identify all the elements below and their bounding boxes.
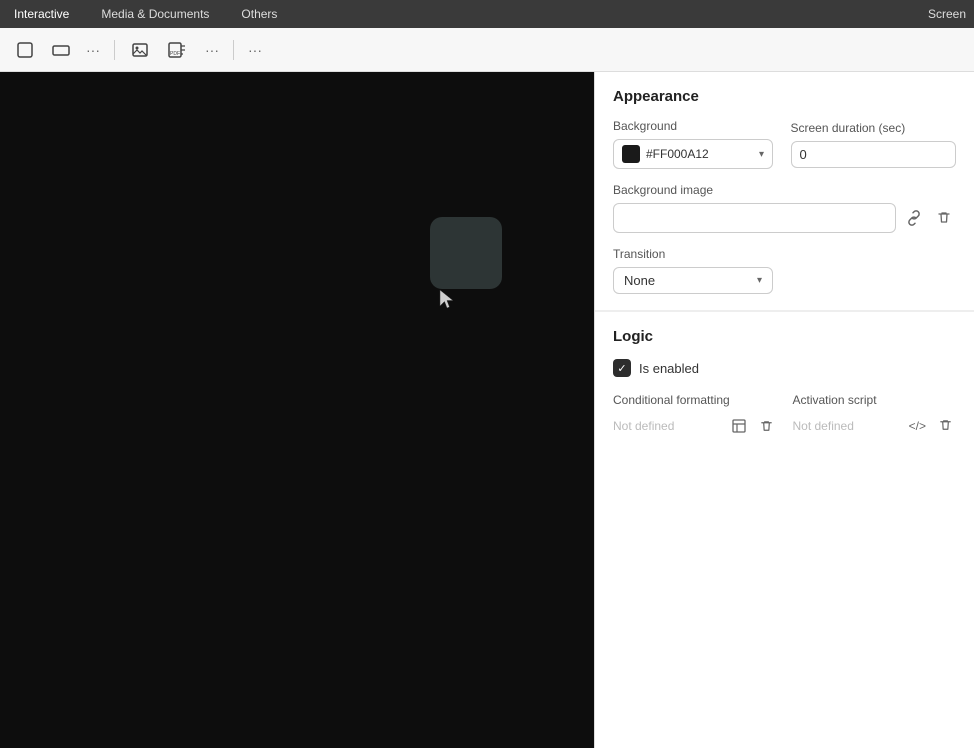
transition-dropdown[interactable]: None ▾ xyxy=(613,267,773,294)
cursor xyxy=(438,288,456,313)
activation-script-label: Activation script xyxy=(793,393,957,407)
trash-cond-icon xyxy=(759,419,774,434)
transition-value: None xyxy=(624,273,757,288)
right-panel: Appearance Background #FF000A12 ▾ Screen… xyxy=(594,72,974,748)
nav-item-interactive[interactable]: Interactive xyxy=(8,5,75,23)
toolbar-more-1[interactable]: ··· xyxy=(82,38,104,62)
code-icon: </> xyxy=(909,419,926,433)
canvas-widget[interactable] xyxy=(430,217,502,289)
check-icon: ✓ xyxy=(617,362,626,375)
is-enabled-row: ✓ Is enabled xyxy=(613,359,956,377)
toolbar-separator-2 xyxy=(233,40,234,60)
conditional-formatting-value: Not defined xyxy=(613,419,722,433)
bg-image-row xyxy=(613,203,956,233)
toolbar-btn-square[interactable] xyxy=(10,37,40,63)
activation-script-edit-button[interactable]: </> xyxy=(906,416,929,436)
activation-script-row: Not defined </> xyxy=(793,415,957,436)
conditional-formatting-col: Conditional formatting Not defined xyxy=(613,393,777,437)
link-icon xyxy=(906,210,922,226)
toolbar-btn-rect[interactable] xyxy=(46,37,76,63)
nav-item-media[interactable]: Media & Documents xyxy=(95,5,215,23)
bg-image-input[interactable] xyxy=(613,203,896,233)
background-label: Background xyxy=(613,119,779,133)
image-icon xyxy=(131,41,149,59)
color-picker-button[interactable]: #FF000A12 ▾ xyxy=(613,139,773,169)
toolbar-more-2[interactable]: ··· xyxy=(201,38,223,62)
appearance-section: Appearance Background #FF000A12 ▾ Screen… xyxy=(595,72,974,311)
color-chevron-icon: ▾ xyxy=(759,149,764,160)
nav-screen-label: Screen xyxy=(928,7,966,21)
color-swatch xyxy=(622,145,640,163)
bg-image-link-button[interactable] xyxy=(902,206,926,230)
logic-section: Logic ✓ Is enabled Conditional formattin… xyxy=(595,312,974,453)
logic-two-col: Conditional formatting Not defined xyxy=(613,393,956,437)
appearance-title: Appearance xyxy=(613,88,956,105)
conditional-formatting-label: Conditional formatting xyxy=(613,393,777,407)
toolbar-separator-1 xyxy=(114,40,115,60)
toolbar-more-3[interactable]: ··· xyxy=(244,38,266,62)
trash-script-icon xyxy=(938,418,953,433)
duration-label: Screen duration (sec) xyxy=(791,121,957,135)
transition-chevron-icon: ▾ xyxy=(757,275,762,286)
main-area: Appearance Background #FF000A12 ▾ Screen… xyxy=(0,72,974,748)
square-icon xyxy=(16,41,34,59)
bg-image-delete-button[interactable] xyxy=(932,206,956,230)
duration-input[interactable] xyxy=(791,141,957,168)
is-enabled-checkbox[interactable]: ✓ xyxy=(613,359,631,377)
activation-script-col: Activation script Not defined </> xyxy=(793,393,957,437)
toolbar-btn-image[interactable] xyxy=(125,37,155,63)
background-field: Background #FF000A12 ▾ xyxy=(613,119,779,169)
table-edit-icon xyxy=(731,418,747,434)
activation-script-delete-button[interactable] xyxy=(935,415,956,436)
nav-item-others[interactable]: Others xyxy=(235,5,283,23)
background-row: Background #FF000A12 ▾ Screen duration (… xyxy=(613,119,956,169)
bg-image-label: Background image xyxy=(613,183,956,197)
duration-field: Screen duration (sec) xyxy=(791,121,957,168)
color-value: #FF000A12 xyxy=(646,147,753,161)
pdf-icon: PDF xyxy=(167,41,189,59)
logic-title: Logic xyxy=(613,328,956,345)
canvas-area[interactable] xyxy=(0,72,594,748)
transition-label: Transition xyxy=(613,247,956,261)
rect-icon xyxy=(52,41,70,59)
toolbar-btn-pdf[interactable]: PDF xyxy=(161,37,195,63)
activation-script-value: Not defined xyxy=(793,419,900,433)
conditional-formatting-edit-button[interactable] xyxy=(728,415,750,437)
conditional-formatting-row: Not defined xyxy=(613,415,777,437)
conditional-formatting-delete-button[interactable] xyxy=(756,416,777,437)
toolbar: ··· PDF ··· ··· xyxy=(0,28,974,72)
is-enabled-label: Is enabled xyxy=(639,361,699,376)
svg-text:PDF: PDF xyxy=(170,51,180,57)
top-nav: Interactive Media & Documents Others Scr… xyxy=(0,0,974,28)
trash-icon xyxy=(936,210,952,226)
